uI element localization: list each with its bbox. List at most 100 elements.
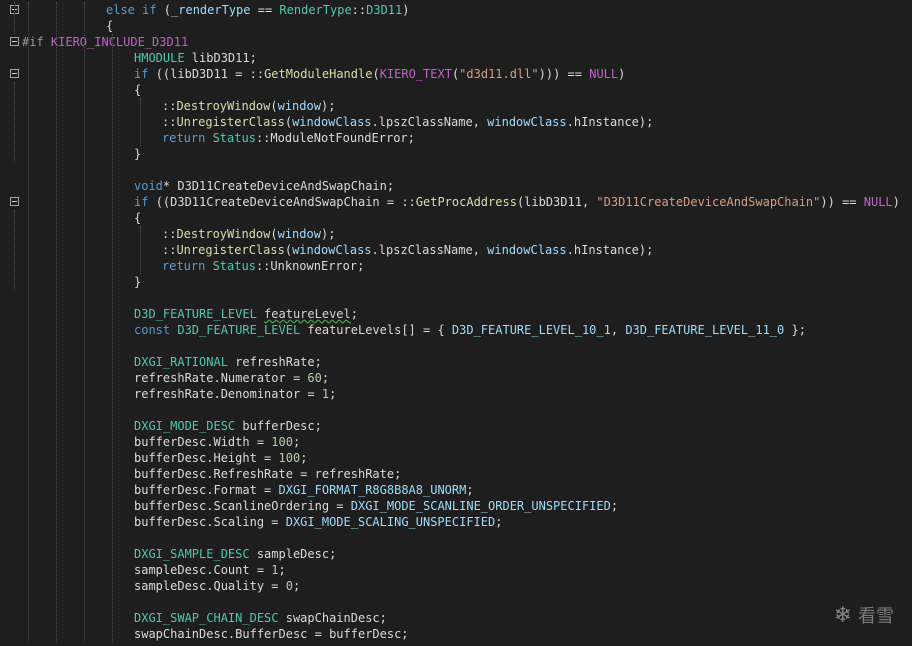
code-line[interactable]: } bbox=[0, 274, 912, 290]
code-editor[interactable]: else if (_renderType == RenderType::D3D1… bbox=[0, 0, 912, 646]
code-token: UnknownError; bbox=[270, 259, 365, 273]
code-line[interactable] bbox=[0, 402, 912, 418]
code-line[interactable]: refreshRate.Denominator = 1; bbox=[0, 386, 912, 402]
code-token: NULL bbox=[589, 67, 619, 81]
code-line[interactable]: } bbox=[0, 146, 912, 162]
code-text: bufferDesc.Format = DXGI_FORMAT_R8G8B8A8… bbox=[134, 482, 474, 498]
code-line[interactable] bbox=[0, 162, 912, 178]
fold-toggle-icon[interactable] bbox=[10, 37, 19, 46]
indent-guide bbox=[28, 2, 29, 642]
code-text: DXGI_MODE_DESC bufferDesc; bbox=[134, 418, 322, 434]
code-line[interactable]: HMODULE libD3D11; bbox=[0, 50, 912, 66]
code-token: windowClass bbox=[487, 115, 567, 129]
code-token: HMODULE bbox=[134, 51, 192, 65]
code-token: { bbox=[134, 211, 142, 225]
code-line[interactable]: DXGI_SWAP_CHAIN_DESC swapChainDesc; bbox=[0, 610, 912, 626]
code-line[interactable]: bufferDesc.ScanlineOrdering = DXGI_MODE_… bbox=[0, 498, 912, 514]
code-line[interactable]: return Status::ModuleNotFoundError; bbox=[0, 130, 912, 146]
code-line[interactable]: sampleDesc.Count = 1; bbox=[0, 562, 912, 578]
code-token: sampleDesc; bbox=[256, 547, 337, 561]
code-token: bufferDesc; bbox=[242, 419, 322, 433]
code-line[interactable]: else if (_renderType == RenderType::D3D1… bbox=[0, 2, 912, 18]
code-line[interactable]: { bbox=[0, 82, 912, 98]
code-line[interactable]: ::DestroyWindow(window); bbox=[0, 226, 912, 242]
indent-guide bbox=[14, 210, 15, 290]
code-token: DestroyWindow bbox=[176, 99, 271, 113]
code-token: bufferDesc.ScanlineOrdering = bbox=[134, 499, 351, 513]
code-text: if ((libD3D11 = ::GetModuleHandle(KIERO_… bbox=[134, 66, 625, 82]
code-token: D3D_FEATURE_LEVEL bbox=[134, 307, 265, 321]
code-line[interactable]: D3D_FEATURE_LEVEL featureLevel; bbox=[0, 306, 912, 322]
code-line[interactable]: bufferDesc.Height = 100; bbox=[0, 450, 912, 466]
code-line[interactable]: swapChainDesc.BufferDesc = bufferDesc; bbox=[0, 626, 912, 642]
code-line[interactable]: DXGI_MODE_DESC bufferDesc; bbox=[0, 418, 912, 434]
code-line[interactable]: #if KIERO_INCLUDE_D3D11 bbox=[0, 34, 912, 50]
code-line[interactable] bbox=[0, 594, 912, 610]
snowflake-icon: ❄ bbox=[833, 602, 852, 628]
code-line[interactable]: return Status::UnknownError; bbox=[0, 258, 912, 274]
code-token: windowClass bbox=[292, 243, 372, 257]
code-token: return bbox=[162, 131, 213, 145]
code-token: DXGI_MODE_SCANLINE_ORDER_UNSPECIFIED bbox=[350, 499, 611, 513]
indent-guide bbox=[14, 82, 15, 162]
code-line[interactable]: const D3D_FEATURE_LEVEL featureLevels[] … bbox=[0, 322, 912, 338]
code-token: ( bbox=[372, 67, 380, 81]
code-token: 1 bbox=[271, 563, 279, 577]
code-line[interactable]: ::UnregisterClass(windowClass.lpszClassN… bbox=[0, 114, 912, 130]
code-line[interactable] bbox=[0, 290, 912, 306]
code-token: :: bbox=[162, 99, 177, 113]
code-line[interactable]: if ((D3D11CreateDeviceAndSwapChain = ::G… bbox=[0, 194, 912, 210]
code-token: DXGI_SWAP_CHAIN_DESC bbox=[134, 611, 286, 625]
code-token: ; bbox=[329, 387, 337, 401]
code-token: :: bbox=[249, 67, 265, 81]
code-text: DXGI_SWAP_CHAIN_DESC swapChainDesc; bbox=[134, 610, 387, 626]
code-token: const bbox=[134, 323, 178, 337]
code-text: else if (_renderType == RenderType::D3D1… bbox=[106, 2, 409, 18]
code-text: bufferDesc.RefreshRate = refreshRate; bbox=[134, 466, 401, 482]
code-token: _renderType bbox=[171, 3, 251, 17]
indent-guide bbox=[112, 34, 113, 642]
code-line[interactable]: void* D3D11CreateDeviceAndSwapChain; bbox=[0, 178, 912, 194]
code-token: ( bbox=[284, 243, 293, 257]
code-token: bufferDesc.Width = bbox=[134, 435, 272, 449]
code-line[interactable]: bufferDesc.RefreshRate = refreshRate; bbox=[0, 466, 912, 482]
code-text: if ((D3D11CreateDeviceAndSwapChain = ::G… bbox=[134, 194, 900, 210]
code-line[interactable]: refreshRate.Numerator = 60; bbox=[0, 370, 912, 386]
code-token: ( bbox=[270, 227, 278, 241]
code-line[interactable]: DXGI_SAMPLE_DESC sampleDesc; bbox=[0, 546, 912, 562]
code-token: == bbox=[250, 3, 280, 17]
code-token: 100 bbox=[278, 451, 301, 465]
code-line[interactable]: bufferDesc.Format = DXGI_FORMAT_R8G8B8A8… bbox=[0, 482, 912, 498]
code-token: DXGI_RATIONAL bbox=[134, 355, 236, 369]
code-line[interactable] bbox=[0, 338, 912, 354]
code-text: void* D3D11CreateDeviceAndSwapChain; bbox=[134, 178, 394, 194]
code-line[interactable]: if ((libD3D11 = ::GetModuleHandle(KIERO_… bbox=[0, 66, 912, 82]
code-line[interactable]: bufferDesc.Width = 100; bbox=[0, 434, 912, 450]
code-token: window bbox=[277, 227, 321, 241]
code-token: ; bbox=[292, 435, 301, 449]
code-line[interactable] bbox=[0, 530, 912, 546]
code-text: ::DestroyWindow(window); bbox=[162, 226, 335, 242]
code-line[interactable]: ::DestroyWindow(window); bbox=[0, 98, 912, 114]
code-text: ::UnregisterClass(windowClass.lpszClassN… bbox=[162, 114, 653, 130]
code-text: const D3D_FEATURE_LEVEL featureLevels[] … bbox=[134, 322, 806, 338]
code-token: :: bbox=[255, 259, 271, 273]
code-line[interactable]: DXGI_RATIONAL refreshRate; bbox=[0, 354, 912, 370]
code-text: bufferDesc.ScanlineOrdering = DXGI_MODE_… bbox=[134, 498, 618, 514]
code-line[interactable]: sampleDesc.Quality = 0; bbox=[0, 578, 912, 594]
code-token: ( bbox=[284, 115, 293, 129]
code-line[interactable]: { bbox=[0, 18, 912, 34]
code-token: refreshRate.Denominator = bbox=[134, 387, 322, 401]
code-token: sampleDesc.Quality = bbox=[134, 579, 286, 593]
code-token: if bbox=[134, 195, 156, 209]
code-token: ) bbox=[618, 67, 626, 81]
code-line[interactable]: bufferDesc.Scaling = DXGI_MODE_SCALING_U… bbox=[0, 514, 912, 530]
code-token: DXGI_FORMAT_R8G8B8A8_UNORM bbox=[278, 483, 467, 497]
code-token: UnregisterClass bbox=[176, 243, 285, 257]
code-text: bufferDesc.Width = 100; bbox=[134, 434, 300, 450]
code-token: refreshRate; bbox=[235, 355, 322, 369]
code-line[interactable]: ::UnregisterClass(windowClass.lpszClassN… bbox=[0, 242, 912, 258]
code-line[interactable]: { bbox=[0, 210, 912, 226]
fold-toggle-icon[interactable] bbox=[10, 69, 19, 78]
fold-toggle-icon[interactable] bbox=[10, 197, 19, 206]
